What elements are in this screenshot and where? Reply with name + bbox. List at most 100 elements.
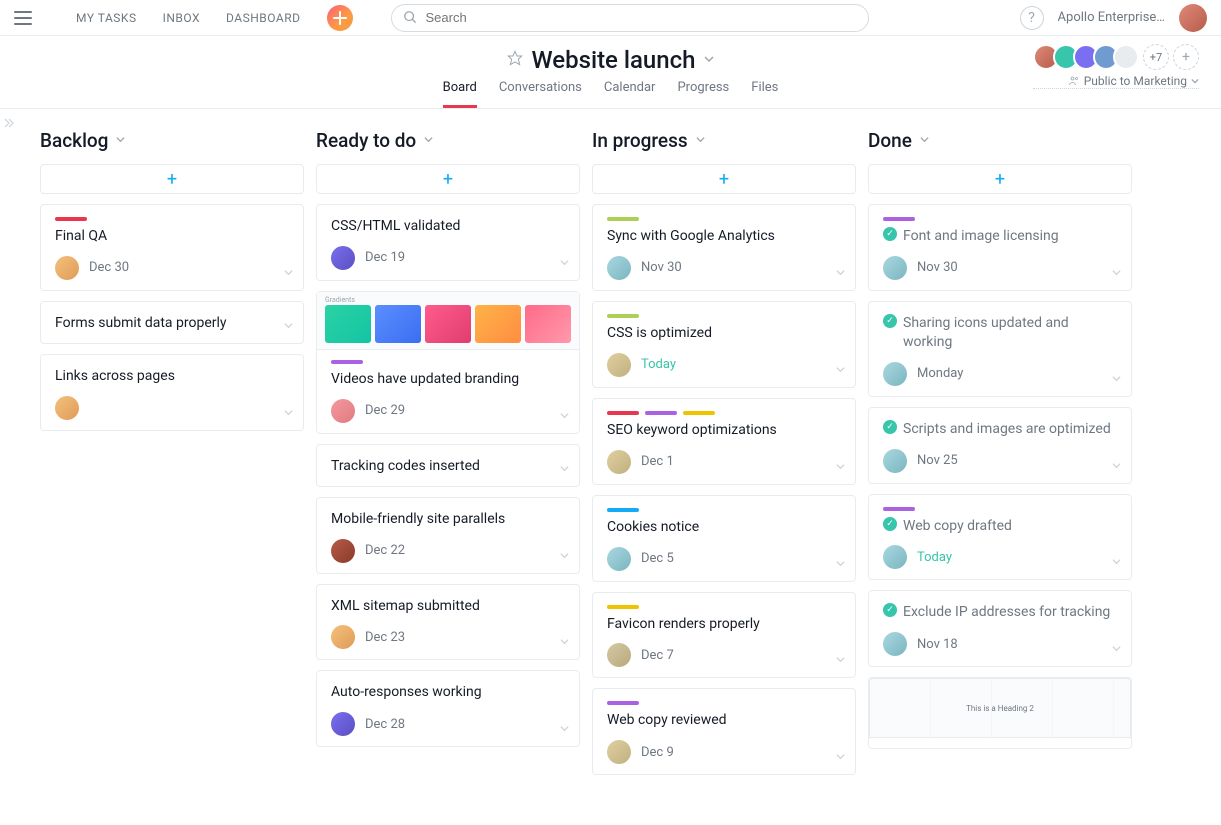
tab-progress[interactable]: Progress [677, 80, 729, 108]
tab-conversations[interactable]: Conversations [499, 80, 582, 108]
assignee-avatar[interactable] [607, 353, 631, 377]
due-date: Dec 5 [641, 551, 674, 566]
card[interactable]: ✓Exclude IP addresses for trackingNov 18 [868, 590, 1132, 667]
star-icon[interactable] [507, 50, 523, 70]
tab-calendar[interactable]: Calendar [604, 80, 656, 108]
add-card-button[interactable]: + [40, 164, 304, 194]
assignee-avatar[interactable] [331, 246, 355, 270]
nav-dashboard[interactable]: DASHBOARD [226, 11, 300, 25]
assignee-avatar[interactable] [883, 256, 907, 280]
tab-board[interactable]: Board [443, 80, 477, 108]
card[interactable]: Final QADec 30 [40, 204, 304, 291]
card[interactable]: Cookies noticeDec 5 [592, 495, 856, 582]
chevron-down-icon[interactable] [284, 321, 293, 333]
card[interactable]: Tracking codes inserted [316, 444, 580, 487]
add-card-button[interactable]: + [316, 164, 580, 194]
chevron-down-icon[interactable] [836, 752, 845, 764]
card-title: SEO keyword optimizations [607, 421, 841, 440]
search-wrap [391, 4, 869, 32]
due-date: Dec 29 [365, 403, 405, 418]
chevron-down-icon[interactable] [1112, 557, 1121, 569]
chevron-down-icon[interactable] [560, 411, 569, 423]
assignee-avatar[interactable] [883, 632, 907, 656]
chevron-down-icon[interactable] [836, 365, 845, 377]
user-avatar[interactable] [1179, 4, 1207, 32]
help-icon[interactable]: ? [1020, 6, 1044, 30]
project-visibility[interactable]: Public to Marketing [1033, 74, 1199, 89]
chevron-down-icon[interactable] [1112, 374, 1121, 386]
chevron-down-icon[interactable] [560, 637, 569, 649]
member-avatar[interactable] [1113, 44, 1139, 70]
card[interactable]: ✓Sharing icons updated and workingMonday [868, 301, 1132, 397]
nav-inbox[interactable]: INBOX [163, 11, 200, 25]
tab-files[interactable]: Files [751, 80, 778, 108]
chevron-down-icon[interactable] [836, 559, 845, 571]
assignee-avatar[interactable] [331, 399, 355, 423]
org-name[interactable]: Apollo Enterprise… [1058, 10, 1165, 25]
assignee-avatar[interactable] [55, 396, 79, 420]
card[interactable]: Links across pages [40, 354, 304, 431]
card[interactable]: CSS is optimizedToday [592, 301, 856, 388]
assignee-avatar[interactable] [883, 362, 907, 386]
card[interactable]: ✓Web copy draftedToday [868, 494, 1132, 581]
assignee-avatar[interactable] [55, 256, 79, 280]
chevron-down-icon[interactable] [560, 464, 569, 476]
add-member-button[interactable]: + [1173, 44, 1199, 70]
due-date: Dec 30 [89, 260, 129, 275]
card[interactable]: This is a Heading 2 [868, 677, 1132, 749]
chevron-down-icon[interactable] [560, 258, 569, 270]
search-input[interactable] [391, 4, 869, 32]
assignee-avatar[interactable] [607, 547, 631, 571]
card[interactable]: Forms submit data properly [40, 301, 304, 344]
assignee-avatar[interactable] [883, 449, 907, 473]
card[interactable]: Web copy reviewedDec 9 [592, 688, 856, 775]
due-date: Dec 23 [365, 630, 405, 645]
assignee-avatar[interactable] [607, 450, 631, 474]
chevron-down-icon[interactable] [836, 268, 845, 280]
chevron-down-icon[interactable] [1112, 644, 1121, 656]
nav-my-tasks[interactable]: MY TASKS [76, 11, 137, 25]
assignee-avatar[interactable] [331, 712, 355, 736]
assignee-avatar[interactable] [607, 256, 631, 280]
card[interactable]: ✓Scripts and images are optimizedNov 25 [868, 407, 1132, 484]
card[interactable]: Favicon renders properlyDec 7 [592, 592, 856, 679]
assignee-avatar[interactable] [331, 539, 355, 563]
collapse-icon[interactable] [4, 118, 14, 131]
assignee-avatar[interactable] [331, 625, 355, 649]
add-card-button[interactable]: + [868, 164, 1132, 194]
card[interactable]: GradientsVideos have updated brandingDec… [316, 291, 580, 434]
chevron-down-icon [116, 135, 125, 147]
card-meta: Today [607, 353, 841, 377]
add-card-button[interactable]: + [592, 164, 856, 194]
card[interactable]: SEO keyword optimizationsDec 1 [592, 398, 856, 485]
assignee-avatar[interactable] [607, 643, 631, 667]
chevron-down-icon[interactable] [560, 551, 569, 563]
chevron-down-icon [696, 135, 705, 147]
visibility-label: Public to Marketing [1084, 74, 1187, 88]
column-header[interactable]: Done [868, 129, 1132, 152]
card[interactable]: CSS/HTML validatedDec 19 [316, 204, 580, 281]
column-header[interactable]: Ready to do [316, 129, 580, 152]
chevron-down-icon[interactable] [1112, 268, 1121, 280]
assignee-avatar[interactable] [883, 545, 907, 569]
card[interactable]: Auto-responses workingDec 28 [316, 670, 580, 747]
card[interactable]: ✓Font and image licensingNov 30 [868, 204, 1132, 291]
chevron-down-icon[interactable] [284, 268, 293, 280]
column-header[interactable]: In progress [592, 129, 856, 152]
quick-add-button[interactable] [327, 5, 353, 31]
chevron-down-icon[interactable] [1112, 461, 1121, 473]
chevron-down-icon[interactable] [284, 408, 293, 420]
card[interactable]: Mobile-friendly site parallelsDec 22 [316, 497, 580, 574]
column-header[interactable]: Backlog [40, 129, 304, 152]
extra-members-badge[interactable]: +7 [1143, 44, 1169, 70]
chevron-down-icon [920, 135, 929, 147]
card[interactable]: Sync with Google AnalyticsNov 30 [592, 204, 856, 291]
project-menu-caret[interactable] [704, 52, 714, 68]
chevron-down-icon[interactable] [836, 655, 845, 667]
menu-icon[interactable] [14, 11, 32, 25]
chevron-down-icon[interactable] [560, 724, 569, 736]
card-title: Links across pages [55, 367, 289, 386]
assignee-avatar[interactable] [607, 740, 631, 764]
chevron-down-icon[interactable] [836, 462, 845, 474]
card[interactable]: XML sitemap submittedDec 23 [316, 584, 580, 661]
